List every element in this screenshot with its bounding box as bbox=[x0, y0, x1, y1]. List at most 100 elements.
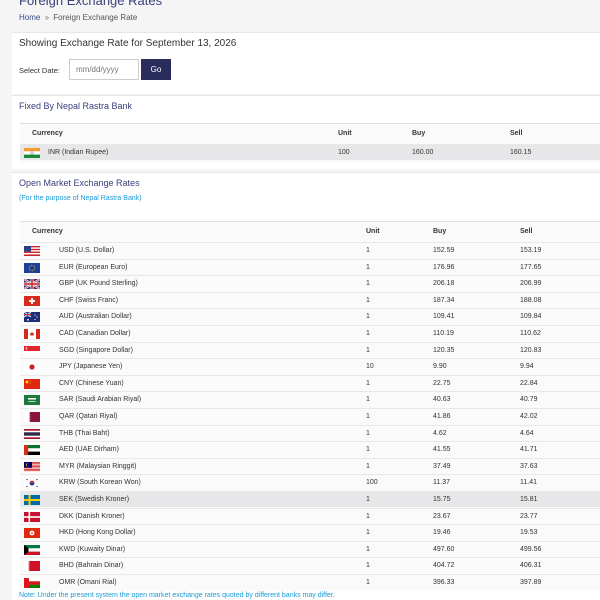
buy-rate: 41.86 bbox=[433, 413, 451, 420]
buy-rate: 19.46 bbox=[433, 529, 451, 537]
date-input[interactable] bbox=[69, 59, 139, 80]
header-sell: Sell bbox=[520, 228, 533, 235]
breadcrumb-home-link[interactable]: Home bbox=[19, 13, 40, 22]
fixed-rates-table: Currency Unit Buy Sell INR (Indian Rupee… bbox=[20, 123, 600, 163]
kuwait-flag-icon bbox=[24, 544, 40, 555]
buy-rate: 40.63 bbox=[433, 396, 451, 404]
table-row: KRW (South Korean Won) 100 11.37 11.41 bbox=[20, 474, 600, 491]
buy-rate: 497.60 bbox=[433, 545, 455, 553]
currency-name: EUR (European Euro) bbox=[59, 263, 128, 271]
sell-rate: 153.19 bbox=[520, 247, 542, 254]
sell-rate: 41.71 bbox=[520, 446, 538, 454]
table-row: CAD (Canadian Dollar) 1 110.19 110.62 bbox=[20, 325, 600, 341]
open-market-table: Currency Unit Buy Sell USD (U.S. Dollar)… bbox=[20, 221, 600, 591]
table-row: KWD (Kuwaity Dinar) 1 497.60 499.56 bbox=[20, 540, 600, 557]
sweden-flag-icon bbox=[24, 495, 40, 505]
unit-value: 1 bbox=[366, 280, 370, 288]
date-selector-card: Showing Exchange Rate for September 13, … bbox=[12, 32, 600, 94]
unit-value: 10 bbox=[366, 363, 374, 371]
sell-rate: 40.79 bbox=[520, 396, 538, 404]
table-row: DKK (Danish Kroner) 1 23.67 23.77 bbox=[20, 507, 600, 524]
sell-rate: 11.41 bbox=[520, 479, 537, 487]
currency-name: KRW (South Korean Won) bbox=[59, 479, 141, 487]
currency-name: KWD (Kuwaity Dinar) bbox=[59, 545, 126, 553]
header-unit: Unit bbox=[338, 130, 352, 137]
unit-value: 1 bbox=[366, 562, 370, 570]
buy-rate: 41.55 bbox=[433, 446, 451, 454]
unit-value: 1 bbox=[366, 446, 370, 454]
usa-flag-icon bbox=[24, 246, 40, 256]
header-unit: Unit bbox=[366, 228, 380, 235]
go-button[interactable]: Go bbox=[141, 59, 171, 80]
currency-name: AUD (Australian Dollar) bbox=[59, 313, 132, 321]
currency-name: USD (U.S. Dollar) bbox=[59, 247, 115, 254]
unit-value: 1 bbox=[366, 346, 370, 354]
sell-rate: 206.99 bbox=[520, 280, 542, 288]
buy-rate: 160.00 bbox=[412, 149, 434, 156]
buy-rate: 176.96 bbox=[433, 263, 455, 271]
buy-rate: 15.75 bbox=[433, 496, 451, 503]
table-row: EUR (European Euro) 1 176.96 177.65 bbox=[20, 258, 600, 275]
unit-value: 1 bbox=[366, 512, 370, 520]
sell-rate: 160.15 bbox=[510, 149, 532, 156]
breadcrumb-current: Foreign Exchange Rate bbox=[53, 13, 138, 22]
buy-rate: 109.41 bbox=[433, 313, 455, 321]
unit-value: 1 bbox=[366, 529, 370, 537]
thailand-flag-icon bbox=[24, 428, 40, 439]
sell-rate: 9.94 bbox=[520, 363, 534, 371]
china-flag-icon bbox=[24, 378, 40, 389]
open-market-subtitle: (For the purpose of Nepal Rastra Bank) bbox=[19, 195, 142, 202]
table-row: HKD (Hong Kong Dollar) 1 19.46 19.53 bbox=[20, 524, 600, 541]
canada-flag-icon bbox=[24, 329, 40, 339]
korea-flag-icon bbox=[24, 478, 40, 489]
unit-value: 1 bbox=[366, 545, 370, 553]
sell-rate: 42.02 bbox=[520, 413, 538, 420]
denmark-flag-icon bbox=[24, 511, 40, 522]
header-currency: Currency bbox=[32, 228, 63, 235]
qatar-flag-icon bbox=[24, 412, 40, 422]
malaysia-flag-icon bbox=[24, 461, 40, 472]
buy-rate: 152.59 bbox=[433, 247, 455, 254]
table-row: BHD (Bahrain Dinar) 1 404.72 406.31 bbox=[20, 557, 600, 574]
table-header: Currency Unit Buy Sell bbox=[20, 124, 600, 144]
sell-rate: 110.62 bbox=[520, 330, 541, 337]
unit-value: 100 bbox=[338, 149, 350, 156]
japan-flag-icon bbox=[24, 362, 40, 373]
table-row: INR (Indian Rupee) 100 160.00 160.15 bbox=[20, 144, 600, 160]
table-row: QAR (Qatari Riyal) 1 41.86 42.02 bbox=[20, 408, 600, 424]
sell-rate: 188.08 bbox=[520, 296, 542, 304]
currency-name: INR (Indian Rupee) bbox=[48, 149, 109, 156]
currency-name: JPY (Japanese Yen) bbox=[59, 363, 123, 371]
uae-flag-icon bbox=[24, 445, 40, 456]
sell-rate: 37.63 bbox=[520, 462, 538, 470]
buy-rate: 9.90 bbox=[433, 363, 447, 371]
india-flag-icon bbox=[24, 148, 40, 158]
unit-value: 1 bbox=[366, 429, 370, 437]
table-row: SGD (Singapore Dollar) 1 120.35 120.83 bbox=[20, 341, 600, 358]
table-row: THB (Thai Baht) 1 4.62 4.64 bbox=[20, 424, 600, 441]
fixed-rates-card: Fixed By Nepal Rastra Bank Currency Unit… bbox=[12, 95, 600, 169]
sell-rate: 15.81 bbox=[520, 496, 538, 503]
currency-name: CAD (Canadian Dollar) bbox=[59, 330, 131, 337]
buy-rate: 23.67 bbox=[433, 512, 451, 520]
unit-value: 1 bbox=[366, 379, 370, 387]
header-sell: Sell bbox=[510, 130, 523, 137]
footnote: Note: Under the present system the open … bbox=[19, 592, 335, 599]
singapore-flag-icon bbox=[24, 345, 40, 356]
unit-value: 1 bbox=[366, 579, 370, 586]
unit-value: 1 bbox=[366, 263, 370, 271]
buy-rate: 187.34 bbox=[433, 296, 455, 304]
fixed-rates-title: Fixed By Nepal Rastra Bank bbox=[19, 101, 133, 111]
buy-rate: 4.62 bbox=[433, 429, 447, 437]
table-row: GBP (UK Pound Sterling) 1 206.18 206.99 bbox=[20, 275, 600, 292]
buy-rate: 110.19 bbox=[433, 330, 454, 337]
buy-rate: 120.35 bbox=[433, 346, 455, 354]
sell-rate: 19.53 bbox=[520, 529, 538, 537]
unit-value: 1 bbox=[366, 330, 370, 337]
buy-rate: 404.72 bbox=[433, 562, 455, 570]
currency-name: AED (UAE Dirham) bbox=[59, 446, 119, 454]
sell-rate: 120.83 bbox=[520, 346, 542, 354]
oman-flag-icon bbox=[24, 578, 40, 588]
table-row: AED (UAE Dirham) 1 41.55 41.71 bbox=[20, 441, 600, 458]
currency-name: CNY (Chinese Yuan) bbox=[59, 379, 124, 387]
